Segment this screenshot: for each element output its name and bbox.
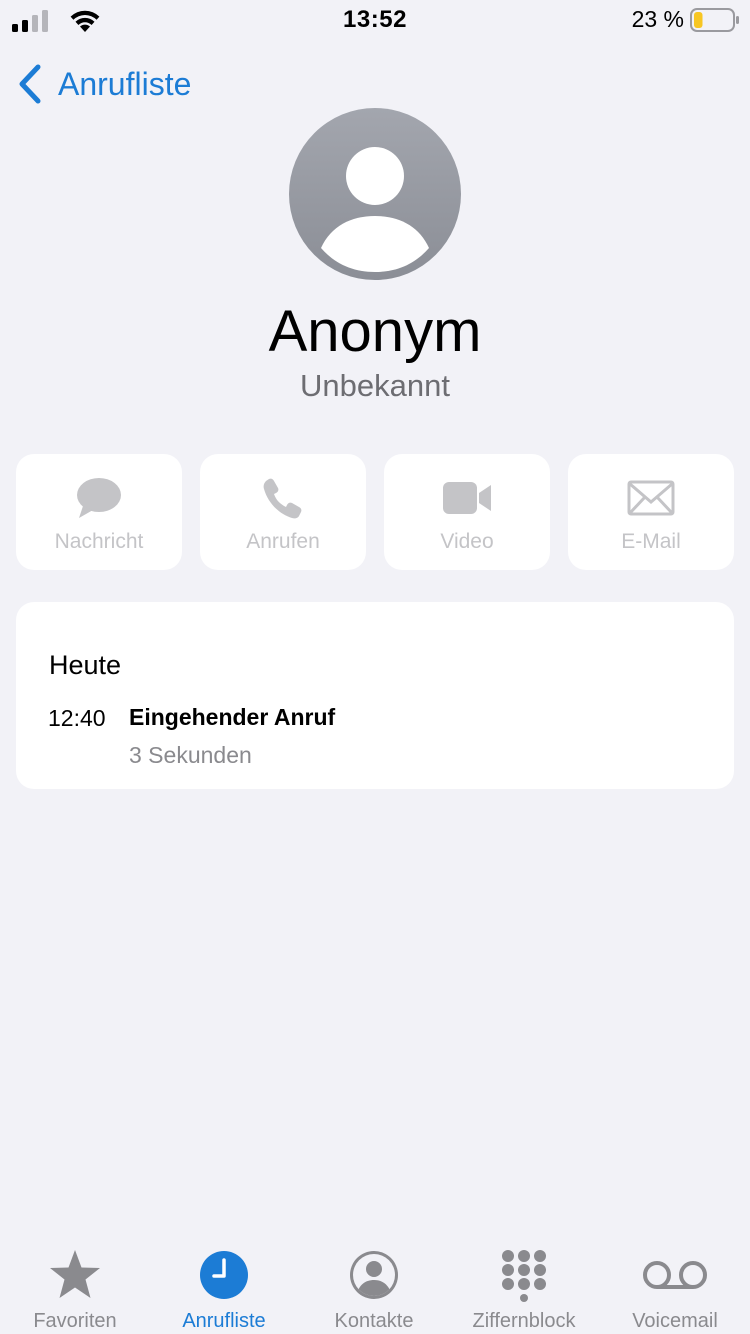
phone-icon — [263, 478, 302, 519]
person-circle-icon — [350, 1251, 398, 1299]
call-button[interactable]: Anrufen — [200, 454, 366, 570]
contact-subtitle: Unbekannt — [300, 368, 450, 403]
email-button-label: E-Mail — [621, 530, 681, 553]
history-date-heading: Heute — [49, 650, 122, 680]
message-bubble-icon — [77, 478, 121, 518]
star-icon — [50, 1250, 100, 1298]
call-type: Eingehender Anruf — [129, 704, 336, 730]
person-silhouette-icon — [321, 147, 429, 272]
envelope-icon — [627, 480, 675, 516]
back-label: Anrufliste — [58, 65, 192, 102]
tab-keypad[interactable]: Ziffernblock — [449, 1234, 599, 1334]
back-button[interactable]: Anrufliste — [16, 62, 191, 106]
call-button-label: Anrufen — [246, 530, 320, 553]
tab-contacts[interactable]: Kontakte — [299, 1234, 449, 1334]
contact-detail-screen: 13:52 23 % Anrufliste Anonym Unbekannt N… — [0, 0, 750, 1334]
battery-icon — [690, 8, 739, 32]
call-duration: 3 Sekunden — [129, 742, 252, 768]
video-button-label: Video — [440, 530, 494, 553]
tab-recents[interactable]: Anrufliste — [149, 1234, 299, 1334]
tab-favorites[interactable]: Favoriten — [0, 1234, 150, 1334]
video-camera-icon — [443, 482, 491, 514]
message-button[interactable]: Nachricht — [16, 454, 182, 570]
action-buttons: Nachricht Anrufen Video E-Mail — [16, 454, 734, 570]
chevron-left-icon — [19, 64, 41, 104]
tab-voicemail-label: Voicemail — [632, 1310, 718, 1332]
tab-contacts-label: Kontakte — [334, 1310, 414, 1332]
tab-keypad-label: Ziffernblock — [472, 1310, 576, 1332]
tab-bar: Favoriten Anrufliste Kontakte Ziffernblo… — [0, 1234, 750, 1334]
message-button-label: Nachricht — [54, 530, 144, 553]
video-button[interactable]: Video — [384, 454, 550, 570]
status-bar: 13:52 23 % — [0, 0, 750, 40]
email-button[interactable]: E-Mail — [568, 454, 734, 570]
avatar — [289, 108, 461, 280]
battery-level-fill — [694, 12, 703, 28]
keypad-icon — [502, 1250, 546, 1302]
battery-percentage: 23 % — [631, 6, 684, 32]
contact-name: Anonym — [268, 299, 482, 364]
call-time: 12:40 — [48, 705, 106, 731]
tab-voicemail[interactable]: Voicemail — [600, 1234, 750, 1334]
voicemail-icon — [643, 1261, 707, 1289]
tab-recents-label: Anrufliste — [182, 1310, 266, 1332]
call-history-card: Heute 12:40 Eingehender Anruf 3 Sekunden — [16, 602, 734, 789]
tab-favorites-label: Favoriten — [33, 1310, 117, 1332]
clock-icon — [200, 1251, 248, 1299]
